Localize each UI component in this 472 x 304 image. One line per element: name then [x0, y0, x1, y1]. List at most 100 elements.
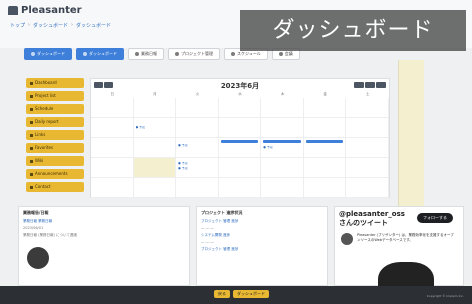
- calendar: 2023年6月 日 月 火 水 木 金 土 ● 予定 ● 予定 ● 予定 ● 予…: [90, 78, 390, 198]
- twitter-avatar: [341, 233, 353, 245]
- people-icon: [278, 52, 283, 56]
- day-cell[interactable]: ● 予定: [133, 118, 177, 138]
- sidebar: Dashboard Project list Schedule Daily re…: [26, 78, 84, 192]
- tab-daily-report[interactable]: 業務日報: [128, 48, 164, 60]
- sidebar-item[interactable]: Schedule: [26, 104, 84, 114]
- sidebar-item[interactable]: Daily report: [26, 117, 84, 127]
- day-cell[interactable]: [176, 118, 219, 138]
- day-cell[interactable]: ● 予定 ● 予定: [176, 158, 219, 178]
- item-icon: [30, 146, 33, 150]
- item-icon: [30, 185, 33, 189]
- app-logo[interactable]: Pleasanter: [8, 5, 82, 16]
- sidebar-item[interactable]: Project list: [26, 91, 84, 101]
- card-title: 業務報告/日報: [23, 210, 49, 215]
- project-meta: ― ― ―: [201, 240, 214, 244]
- footer-buttons: 戻る ダッシュボード: [214, 290, 269, 298]
- grid-icon: [83, 52, 87, 56]
- folder-icon: [175, 52, 179, 56]
- item-icon: [30, 172, 33, 176]
- day-cell[interactable]: [133, 98, 177, 118]
- calendar-event[interactable]: ● 予定: [263, 146, 301, 149]
- page-title-banner: ダッシュボード: [240, 10, 466, 51]
- item-icon: [30, 120, 33, 124]
- day-cell[interactable]: [218, 138, 262, 158]
- day-cell[interactable]: [261, 158, 304, 178]
- view-week-button[interactable]: [365, 82, 375, 88]
- calendar-event[interactable]: ● 予定: [178, 162, 216, 165]
- day-cell[interactable]: [218, 178, 262, 198]
- back-button[interactable]: 戻る: [214, 290, 230, 298]
- calendar-icon: [231, 52, 235, 56]
- calendar-event[interactable]: ● 予定: [178, 144, 216, 147]
- sidebar-item[interactable]: Announcements: [26, 169, 84, 179]
- calendar-event[interactable]: [263, 140, 301, 143]
- copyright: Copyright © Implem Inc.: [426, 294, 464, 298]
- twitter-title: @pleasanter_ossさんのツイート: [339, 210, 405, 227]
- report-link[interactable]: 業務日報 業務日報: [23, 219, 185, 224]
- day-cell[interactable]: [176, 98, 219, 118]
- sidebar-item[interactable]: Contact: [26, 182, 84, 192]
- dashboard-button[interactable]: ダッシュボード: [233, 290, 269, 298]
- calendar-event[interactable]: ● 予定: [178, 167, 216, 170]
- day-cell[interactable]: [261, 98, 304, 118]
- sidebar-item[interactable]: Links: [26, 130, 84, 140]
- day-cell[interactable]: [346, 138, 389, 158]
- day-cell[interactable]: [261, 178, 304, 198]
- sidebar-item[interactable]: Favorites: [26, 143, 84, 153]
- calendar-event[interactable]: ● 予定: [136, 126, 174, 129]
- day-cell[interactable]: [133, 138, 177, 158]
- calendar-event[interactable]: [305, 140, 344, 143]
- day-cell[interactable]: [91, 118, 134, 138]
- day-cell[interactable]: [91, 138, 134, 158]
- report-meta: 2023/06/01: [23, 226, 44, 230]
- day-cell[interactable]: [303, 98, 347, 118]
- view-month-button[interactable]: [354, 82, 364, 88]
- day-cell[interactable]: [133, 178, 177, 198]
- project-link[interactable]: プロジェクト 管理 進捗: [201, 247, 323, 252]
- day-cell[interactable]: [261, 118, 304, 138]
- day-cell[interactable]: [346, 118, 389, 138]
- follow-button[interactable]: フォローする: [417, 213, 453, 223]
- day-cell[interactable]: [303, 178, 347, 198]
- day-cell[interactable]: [303, 118, 347, 138]
- breadcrumb-item[interactable]: ダッシュボード: [33, 22, 68, 29]
- daily-report-card: 業務報告/日報 業務日報 業務日報 2023/06/01 業務日報 (業務日報)…: [18, 206, 190, 286]
- item-icon: [30, 159, 33, 163]
- tab-projects[interactable]: プロジェクト管理: [168, 48, 220, 60]
- day-cell-today[interactable]: [133, 158, 177, 178]
- sidebar-item[interactable]: Dashboard: [26, 78, 84, 88]
- breadcrumb-item[interactable]: トップ: [10, 22, 25, 29]
- tab-dashboard[interactable]: ダッシュボード: [24, 48, 72, 60]
- day-cell[interactable]: [346, 98, 389, 118]
- day-cell[interactable]: [303, 138, 347, 158]
- calendar-event[interactable]: [220, 140, 259, 143]
- day-cell[interactable]: [303, 158, 347, 178]
- doc-icon: [135, 52, 139, 56]
- home-icon: [31, 52, 35, 56]
- user-avatar: [27, 247, 49, 269]
- day-cell[interactable]: [218, 118, 262, 138]
- day-cell[interactable]: [218, 98, 262, 118]
- card-title: プロジェクト 進捗状況: [201, 210, 243, 215]
- day-cell[interactable]: [91, 98, 134, 118]
- day-cell[interactable]: [91, 178, 134, 198]
- tweet-text: Pleasanter (プリザンター) は、業務効率化を支援するオープンソースの…: [357, 233, 454, 242]
- day-cell[interactable]: [91, 158, 134, 178]
- day-cell[interactable]: [346, 178, 389, 198]
- day-cell[interactable]: ● 予定: [176, 138, 219, 158]
- app-window: Pleasanter トップ › ダッシュボード › ダッシュボード ダッシュボード…: [0, 0, 472, 304]
- day-cell[interactable]: ● 予定: [261, 138, 304, 158]
- tab-dashboard-2[interactable]: ダッシュボード: [76, 48, 124, 60]
- sidebar-item[interactable]: Wiki: [26, 156, 84, 166]
- logo-icon: [8, 6, 18, 15]
- item-icon: [30, 133, 33, 137]
- calendar-title: 2023年6月: [220, 82, 260, 90]
- project-link[interactable]: システム開発 進捗: [201, 233, 323, 238]
- day-cell[interactable]: [346, 158, 389, 178]
- report-text: 業務日報 (業務日報) について連絡: [23, 233, 77, 237]
- breadcrumb-item[interactable]: ダッシュボード: [76, 22, 111, 29]
- day-cell[interactable]: [176, 178, 219, 198]
- project-link[interactable]: プロジェクト 管理 進捗: [201, 219, 323, 224]
- day-cell[interactable]: [218, 158, 262, 178]
- view-day-button[interactable]: [376, 82, 386, 88]
